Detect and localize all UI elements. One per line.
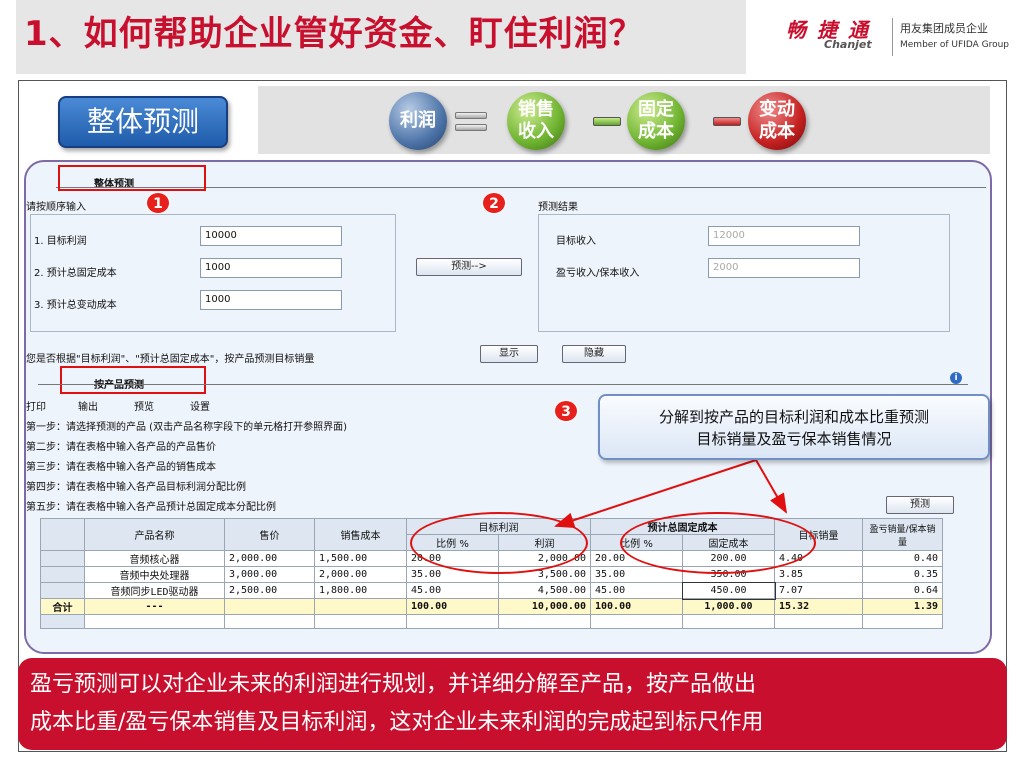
fixed-l2: 成本 [638,121,674,142]
callout-note: 分解到按产品的目标利润和成本比重预测 目标销量及盈亏保本销售情况 [598,394,990,460]
sales-l1: 销售 [518,99,554,120]
arrow-to-profit [554,459,757,528]
brand-name-en: Chanjet [824,38,872,51]
summary-banner: 盈亏预测可以对企业未来的利润进行规划，并详细分解至产品，按产品做出 成本比重/盈… [18,658,1007,750]
fixed-l1: 固定 [638,99,674,120]
slide-title: 1、如何帮助企业管好资金、盯住利润？ [24,14,644,54]
banner-line1: 盈亏预测可以对企业未来的利润进行规划，并详细分解至产品，按产品做出 [30,672,757,697]
fixed-cost-ball: 固定 成本 [627,92,685,150]
sales-revenue-ball: 销售 收入 [507,92,565,150]
var-l2: 成本 [759,121,795,142]
equals-bar-top [455,112,487,119]
callout-line1: 分解到按产品的目标利润和成本比重预测 [658,408,929,426]
sales-l2: 收入 [518,121,554,142]
group-en: Member of UFIDA Group [900,40,1010,50]
banner-line2: 成本比重/盈亏保本销售及目标利润，这对企业未来利润的完成起到标尺作用 [30,710,764,735]
profit-ball: 利润 [389,92,447,150]
callout-line2: 目标销量及盈亏保本销售情况 [696,430,892,448]
arrow-to-fixed-cost [755,459,787,514]
equals-sign [455,112,487,132]
brand-group: 用友集团成员企业 Member of UFIDA Group [900,20,1009,54]
minus-sign [593,117,621,126]
brand-logo: 畅 捷 通 Chanjet 用友集团成员企业 Member of UFIDA G… [786,14,1016,62]
formula-panel [258,86,990,154]
var-l1: 变动 [759,99,795,120]
slide-header: 1、如何帮助企业管好资金、盯住利润？ 畅 捷 通 Chanjet 用友集团成员企… [0,0,1024,74]
variable-cost-ball: 变动 成本 [748,92,806,150]
group-cn: 用友集团成员企业 [900,22,988,35]
section-tag: 整体预测 [58,96,228,148]
minus-sign [713,117,741,126]
brand-divider [892,18,893,56]
profit-label: 利润 [400,110,436,131]
equals-bar-bottom [455,124,487,131]
